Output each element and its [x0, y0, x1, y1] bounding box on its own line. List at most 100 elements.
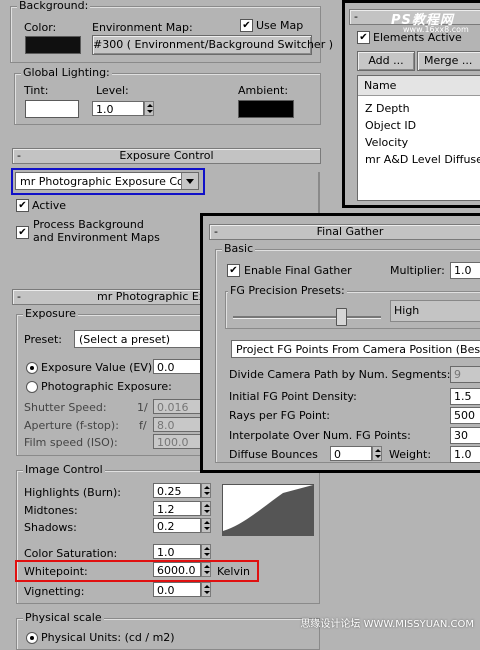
preset-dropdown-value: (Select a preset): [79, 333, 171, 346]
vignetting-label: Vignetting:: [24, 585, 85, 598]
shadows-label: Shadows:: [24, 521, 77, 534]
list-header-name[interactable]: Name: [358, 76, 480, 96]
highlights-spinner[interactable]: 0.25: [153, 483, 211, 498]
add-button[interactable]: Add ...: [357, 51, 415, 71]
basic-group-title: Basic: [222, 242, 256, 255]
shutter-prefix: 1/: [137, 401, 148, 414]
list-item[interactable]: Object ID: [365, 119, 416, 132]
highlights-spinner-arrows[interactable]: [201, 483, 211, 498]
divide-camera-path-field[interactable]: 9: [450, 366, 480, 383]
exposure-dropdown-highlight: [11, 168, 205, 195]
rays-per-fg-point-field[interactable]: 500: [450, 407, 480, 424]
fg-projection-value: Project FG Points From Camera Position (…: [236, 343, 480, 356]
rays-per-fg-point-label: Rays per FG Point:: [229, 409, 331, 422]
env-map-button[interactable]: #300 ( Environment/Background Switcher ): [92, 35, 333, 55]
color-saturation-spinner[interactable]: 1.0: [153, 544, 211, 559]
shadows-spinner-arrows[interactable]: [201, 518, 211, 533]
fg-point-density-value: 1.5: [454, 390, 472, 403]
multiplier-label: Multiplier:: [390, 264, 445, 277]
fg-point-density-field[interactable]: 1.5: [450, 388, 480, 405]
bottom-watermark: 思缘设计论坛 WWW.MISSYUAN.COM: [300, 615, 474, 630]
fg-preset-value: High: [394, 304, 420, 317]
highlights-label: Highlights (Burn):: [24, 486, 121, 499]
highlights-field[interactable]: 0.25: [153, 483, 201, 498]
diffuse-bounces-arrows[interactable]: [372, 446, 382, 461]
photographic-exposure-radio[interactable]: [26, 381, 38, 393]
shadows-field[interactable]: 0.2: [153, 518, 201, 533]
midtones-spinner[interactable]: 1.2: [153, 501, 211, 516]
interpolate-fg-points-field[interactable]: 30: [450, 427, 480, 444]
rollout-collapse-marker: -: [354, 10, 358, 23]
ambient-swatch[interactable]: [238, 100, 294, 118]
photographic-exposure-label: Photographic Exposure:: [41, 380, 172, 393]
color-saturation-field[interactable]: 1.0: [153, 544, 201, 559]
background-color-swatch[interactable]: [25, 36, 81, 54]
fg-preset-value-box[interactable]: High: [390, 300, 480, 322]
render-elements-list: Name Z Depth Object ID Velocity mr A&D L…: [357, 75, 480, 201]
active-checkbox[interactable]: ✔: [16, 199, 29, 212]
shutter-field[interactable]: 0.016: [153, 399, 201, 414]
level-spinner-arrows[interactable]: [144, 101, 154, 116]
tone-curve-graph: [222, 484, 314, 536]
fg-projection-dropdown[interactable]: Project FG Points From Camera Position (…: [231, 340, 480, 358]
tone-curve-icon: [223, 485, 313, 535]
vignetting-field[interactable]: 0.0: [153, 582, 201, 597]
weight-label: Weight:: [389, 448, 432, 461]
level-spinner[interactable]: 1.0: [92, 101, 154, 116]
multiplier-field[interactable]: 1.0: [450, 262, 480, 279]
use-map-checkbox[interactable]: ✔: [240, 19, 253, 32]
elements-active-checkbox[interactable]: ✔: [357, 31, 370, 44]
global-lighting-title: Global Lighting:: [21, 66, 112, 79]
final-gather-rollout[interactable]: - Final Gather: [209, 224, 480, 240]
color-saturation-label: Color Saturation:: [24, 547, 118, 560]
physical-units-radio[interactable]: [26, 632, 38, 644]
shadows-spinner[interactable]: 0.2: [153, 518, 211, 533]
ev-field[interactable]: 0.0: [153, 359, 201, 374]
final-gather-window: - Final Gather Basic ✔ Enable Final Gath…: [200, 213, 480, 473]
tint-label: Tint:: [24, 84, 49, 97]
diffuse-bounces-field[interactable]: 0: [330, 446, 372, 461]
image-control-group-title: Image Control: [23, 463, 105, 476]
list-item[interactable]: Z Depth: [365, 102, 410, 115]
exposure-control-title: Exposure Control: [119, 149, 214, 162]
multiplier-value: 1.0: [454, 264, 472, 277]
list-item[interactable]: Velocity: [365, 136, 408, 149]
film-speed-field[interactable]: 100.0: [153, 434, 201, 449]
watermark-url: www.16xx8.com: [403, 25, 469, 34]
preset-label: Preset:: [24, 333, 63, 346]
vignetting-spinner-arrows[interactable]: [201, 582, 211, 597]
weight-field[interactable]: 1.0: [450, 446, 480, 463]
film-speed-label: Film speed (ISO):: [24, 436, 118, 449]
process-background-label-2: and Environment Maps: [33, 231, 160, 244]
whitepoint-highlight: [15, 560, 259, 582]
color-saturation-spinner-arrows[interactable]: [201, 544, 211, 559]
aperture-field[interactable]: 8.0: [153, 417, 201, 432]
list-item[interactable]: mr A&D Level Diffuse: [365, 153, 480, 166]
midtones-label: Midtones:: [24, 504, 78, 517]
shutter-speed-label: Shutter Speed:: [24, 401, 107, 414]
process-background-checkbox[interactable]: ✔: [16, 226, 29, 239]
physical-units-label: Physical Units: (cd / m2): [41, 631, 175, 644]
vignetting-spinner[interactable]: 0.0: [153, 582, 211, 597]
exposure-value-label: Exposure Value (EV):: [41, 361, 156, 374]
midtones-field[interactable]: 1.2: [153, 501, 201, 516]
diffuse-bounces-label: Diffuse Bounces: [229, 448, 318, 461]
rays-per-fg-point-value: 500: [454, 409, 475, 422]
level-field[interactable]: 1.0: [92, 101, 144, 116]
aperture-prefix: f/: [139, 419, 147, 432]
interpolate-fg-points-label: Interpolate Over Num. FG Points:: [229, 429, 411, 442]
exposure-value-radio[interactable]: [26, 362, 38, 374]
color-label: Color:: [24, 21, 57, 34]
tint-swatch[interactable]: [25, 100, 79, 118]
physical-scale-group-title: Physical scale: [23, 611, 104, 624]
render-elements-window: - ✔ Elements Active Add ... Merge ... Na…: [342, 0, 480, 208]
exposure-control-rollout[interactable]: - Exposure Control: [12, 148, 321, 164]
midtones-spinner-arrows[interactable]: [201, 501, 211, 516]
fg-precision-slider-thumb[interactable]: [335, 308, 347, 326]
merge-button[interactable]: Merge ...: [417, 51, 480, 71]
enable-final-gather-checkbox[interactable]: ✔: [227, 264, 240, 277]
rollout-collapse-marker: -: [17, 290, 21, 303]
fg-precision-slider-track[interactable]: [233, 316, 381, 319]
diffuse-bounces-spinner[interactable]: 0: [330, 446, 382, 461]
preset-dropdown[interactable]: (Select a preset): [74, 330, 204, 348]
